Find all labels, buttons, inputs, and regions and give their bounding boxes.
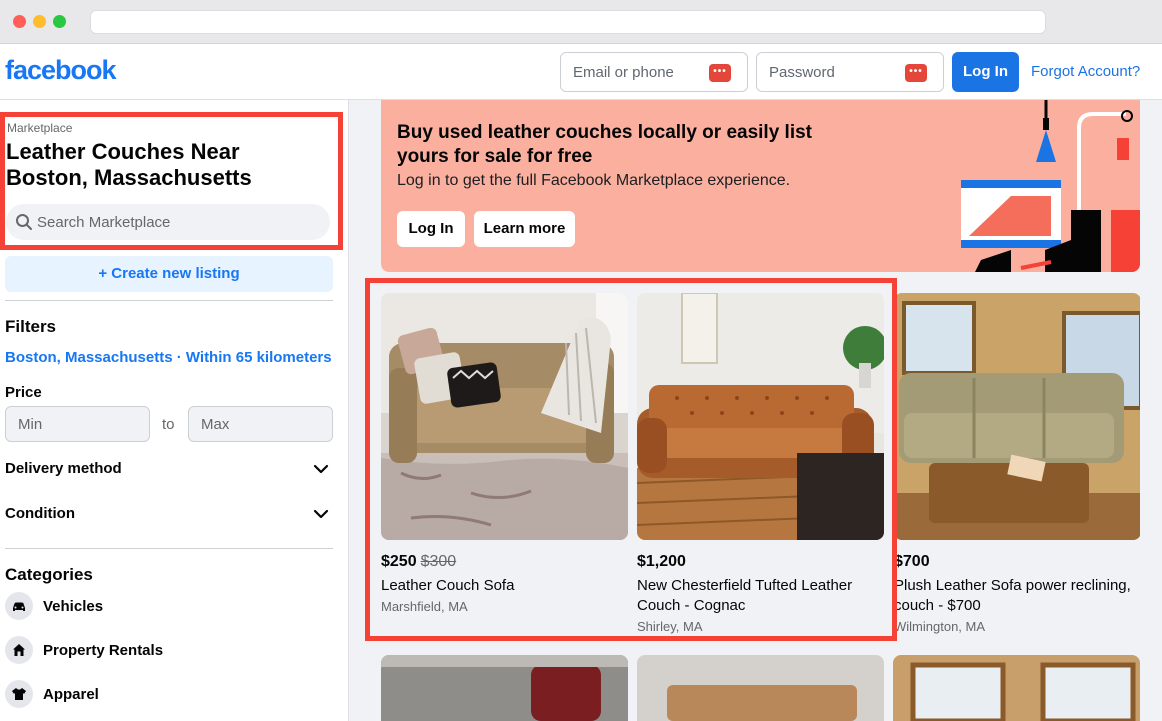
price-max-placeholder: Max: [201, 416, 230, 433]
login-promo-banner: Buy used leather couches locally or easi…: [381, 100, 1140, 272]
banner-title: Buy used leather couches locally or easi…: [397, 122, 813, 167]
category-label: Apparel: [43, 686, 99, 703]
shirt-icon-glyph: [12, 688, 26, 700]
marketplace-illustration: [961, 100, 1140, 272]
category-apparel[interactable]: Apparel: [5, 680, 205, 710]
delivery-method-dropdown[interactable]: Delivery method: [5, 458, 330, 482]
category-label: Property Rentals: [43, 642, 164, 659]
banner-login-button[interactable]: Log In: [397, 211, 465, 247]
categories-heading: Categories: [5, 565, 93, 584]
highlight-box-header: [0, 112, 343, 250]
address-bar[interactable]: [90, 10, 1046, 34]
password-manager-icon[interactable]: •••: [905, 64, 927, 82]
category-vehicles[interactable]: Vehicles: [5, 592, 205, 622]
chevron-down-icon: [313, 509, 329, 519]
filters-heading: Filters: [5, 317, 57, 336]
location-filter-link[interactable]: Boston, Massachusetts · Within 65 kilome…: [5, 349, 332, 366]
price-max-input[interactable]: Max: [188, 406, 333, 442]
category-property-rentals[interactable]: Property Rentals: [5, 636, 205, 666]
listing-photo[interactable]: [637, 655, 884, 721]
login-button[interactable]: Log In: [952, 52, 1019, 92]
highlight-box-listings: [365, 278, 897, 641]
top-nav: facebook Email or phone ••• Password •••…: [0, 44, 1162, 100]
minimize-window-button[interactable]: [33, 15, 46, 28]
listing-photo[interactable]: [893, 655, 1140, 721]
category-label: Vehicles: [43, 598, 104, 615]
banner-subtitle: Log in to get the full Facebook Marketpl…: [397, 172, 791, 189]
car-icon-glyph: [13, 602, 25, 611]
listing-card-clip: $700 Plush Leather Sofa power reclining,…: [895, 293, 1140, 643]
facebook-logo[interactable]: facebook: [5, 55, 117, 86]
car-icon: [5, 592, 33, 620]
chevron-down-icon: [313, 464, 329, 474]
price-min-input[interactable]: Min: [5, 406, 150, 442]
price-heading: Price: [5, 384, 42, 401]
forgot-account-link[interactable]: Forgot Account?: [1031, 63, 1140, 80]
divider: [5, 548, 333, 549]
browser-chrome: [0, 0, 1162, 44]
password-field[interactable]: Password •••: [756, 52, 944, 92]
email-field[interactable]: Email or phone •••: [560, 52, 748, 92]
learn-more-button[interactable]: Learn more: [474, 211, 575, 247]
listing-photo[interactable]: [381, 655, 628, 721]
password-placeholder: Password: [769, 64, 835, 81]
house-icon: [5, 636, 33, 664]
price-to-label: to: [162, 416, 175, 433]
listing-location: Wilmington, MA: [895, 619, 986, 634]
condition-label: Condition: [5, 505, 75, 522]
listing-photo[interactable]: [895, 293, 1140, 540]
close-window-button[interactable]: [13, 15, 26, 28]
price-min-placeholder: Min: [18, 416, 43, 433]
email-placeholder: Email or phone: [573, 64, 674, 81]
condition-dropdown[interactable]: Condition: [5, 503, 330, 527]
delivery-method-label: Delivery method: [5, 460, 122, 477]
listing-price: $700: [895, 553, 930, 570]
divider: [5, 300, 333, 301]
maximize-window-button[interactable]: [53, 15, 66, 28]
create-listing-button[interactable]: + Create new listing: [5, 256, 333, 292]
password-manager-icon[interactable]: •••: [709, 64, 731, 82]
listing-title: Plush Leather Sofa power reclining, couc…: [895, 577, 1131, 614]
shirt-icon: [5, 680, 33, 708]
house-icon-glyph: [13, 644, 25, 656]
